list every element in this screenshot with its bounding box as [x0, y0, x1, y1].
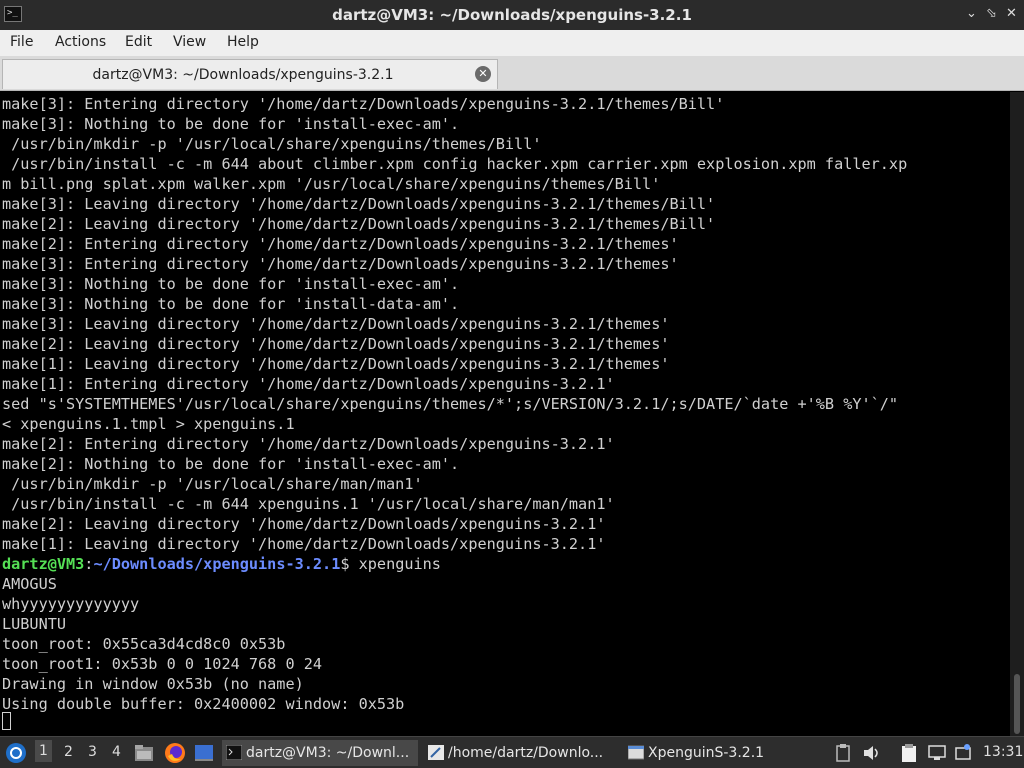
terminal-tab[interactable]: dartz@VM3: ~/Downloads/xpenguins-3.2.1 ✕	[2, 59, 498, 89]
terminal-line: make[3]: Leaving directory '/home/dartz/…	[2, 315, 670, 333]
network-icon[interactable]	[928, 745, 946, 761]
lubuntu-menu-icon[interactable]	[5, 742, 27, 764]
close-button[interactable]: ✕	[1006, 6, 1017, 21]
terminal-line: make[3]: Nothing to be done for 'install…	[2, 295, 460, 313]
terminal-line: < xpenguins.1.tmpl > xpenguins.1	[2, 415, 295, 433]
window-title: dartz@VM3: ~/Downloads/xpenguins-3.2.1	[332, 6, 692, 24]
prompt-line: dartz@VM3:~/Downloads/xpenguins-3.2.1$ x…	[2, 554, 441, 574]
task-label: /home/dartz/Downlo...	[448, 745, 604, 761]
window-icon	[628, 745, 644, 760]
window-titlebar[interactable]: >_ dartz@VM3: ~/Downloads/xpenguins-3.2.…	[0, 0, 1024, 30]
firefox-icon[interactable]	[164, 742, 186, 764]
output-line: Using double buffer: 0x2400002 window: 0…	[2, 695, 405, 713]
output-line: AMOGUS	[2, 575, 57, 593]
terminal-line: /usr/bin/install -c -m 644 xpenguins.1 '…	[2, 495, 615, 513]
scrollbar-thumb[interactable]	[1014, 674, 1020, 734]
task-terminal[interactable]: dartz@VM3: ~/Downl...	[222, 740, 418, 766]
maximize-button[interactable]: ⬂	[986, 6, 997, 21]
menu-help[interactable]: Help	[227, 34, 259, 50]
terminal-line: make[3]: Nothing to be done for 'install…	[2, 115, 460, 133]
desktop-icon[interactable]	[194, 744, 214, 762]
terminal-icon	[226, 745, 242, 760]
terminal-line: make[3]: Entering directory '/home/dartz…	[2, 95, 725, 113]
tab-title: dartz@VM3: ~/Downloads/xpenguins-3.2.1	[92, 67, 394, 83]
clock[interactable]: 13:31	[983, 744, 1023, 760]
terminal-line: make[3]: Leaving directory '/home/dartz/…	[2, 195, 716, 213]
workspace-1[interactable]: 1	[35, 740, 52, 762]
menu-view[interactable]: View	[173, 34, 206, 50]
task-xpenguins-window[interactable]: XpenguinS-3.2.1	[624, 740, 820, 766]
task-label: dartz@VM3: ~/Downl...	[246, 745, 410, 761]
file-manager-icon[interactable]	[134, 743, 154, 762]
terminal-line: make[1]: Leaving directory '/home/dartz/…	[2, 535, 606, 553]
terminal-line: make[1]: Entering directory '/home/dartz…	[2, 375, 615, 393]
output-line: Drawing in window 0x53b (no name)	[2, 675, 304, 693]
terminal-line: /usr/bin/mkdir -p '/usr/local/share/man/…	[2, 475, 423, 493]
text-editor-icon	[428, 745, 444, 760]
terminal-line: make[1]: Leaving directory '/home/dartz/…	[2, 355, 670, 373]
terminal-line: sed "s'SYSTEMTHEMES'/usr/local/share/xpe…	[2, 395, 899, 413]
output-line: toon_root: 0x55ca3d4cd8c0 0x53b	[2, 635, 286, 653]
menu-actions[interactable]: Actions	[55, 34, 106, 50]
terminal-line: make[2]: Leaving directory '/home/dartz/…	[2, 215, 716, 233]
tab-bar: dartz@VM3: ~/Downloads/xpenguins-3.2.1 ✕	[0, 56, 1024, 91]
workspace-2[interactable]: 2	[64, 744, 73, 760]
prompt-path: ~/Downloads/xpenguins-3.2.1	[93, 555, 341, 573]
minimize-button[interactable]: ⌄	[966, 6, 977, 21]
terminal-line: make[2]: Leaving directory '/home/dartz/…	[2, 515, 606, 533]
menu-edit[interactable]: Edit	[125, 34, 152, 50]
workspace-4[interactable]: 4	[112, 744, 121, 760]
output-line: toon_root1: 0x53b 0 0 1024 768 0 24	[2, 655, 323, 673]
output-line: whyyyyyyyyyyyyy	[2, 595, 140, 613]
taskbar: 1 2 3 4 dartz@VM3: ~/Downl... /home/dart…	[0, 736, 1024, 768]
prompt-command: xpenguins	[349, 555, 441, 573]
terminal-line: /usr/bin/mkdir -p '/usr/local/share/xpen…	[2, 135, 542, 153]
terminal-line: m bill.png splat.xpm walker.xpm '/usr/lo…	[2, 175, 661, 193]
terminal-line: make[2]: Leaving directory '/home/dartz/…	[2, 335, 670, 353]
screen-icon[interactable]	[954, 743, 972, 763]
task-label: XpenguinS-3.2.1	[648, 745, 765, 761]
terminal-output[interactable]: make[3]: Entering directory '/home/dartz…	[0, 92, 1010, 736]
terminal-line: make[2]: Entering directory '/home/dartz…	[2, 435, 615, 453]
terminal-line: /usr/bin/install -c -m 644 about climber…	[2, 155, 908, 173]
terminal-line: make[3]: Nothing to be done for 'install…	[2, 275, 460, 293]
workspace-3[interactable]: 3	[88, 744, 97, 760]
tab-close-icon[interactable]: ✕	[475, 66, 491, 82]
clipboard-manager-icon[interactable]	[900, 743, 918, 763]
volume-icon[interactable]	[862, 744, 882, 762]
menu-file[interactable]: File	[10, 34, 33, 50]
prompt-symbol: $	[340, 555, 350, 573]
terminal-cursor	[2, 712, 11, 730]
menu-bar: File Actions Edit View Help	[0, 30, 1024, 56]
terminal-line: make[2]: Entering directory '/home/dartz…	[2, 235, 679, 253]
prompt-user-host: dartz@VM3	[2, 555, 85, 573]
terminal-line: make[2]: Nothing to be done for 'install…	[2, 455, 460, 473]
output-line: LUBUNTU	[2, 615, 67, 633]
terminal-scrollbar[interactable]	[1010, 92, 1024, 736]
clipboard-icon[interactable]	[836, 744, 850, 762]
task-text-editor[interactable]: /home/dartz/Downlo...	[424, 740, 618, 766]
terminal-line: make[3]: Entering directory '/home/dartz…	[2, 255, 679, 273]
